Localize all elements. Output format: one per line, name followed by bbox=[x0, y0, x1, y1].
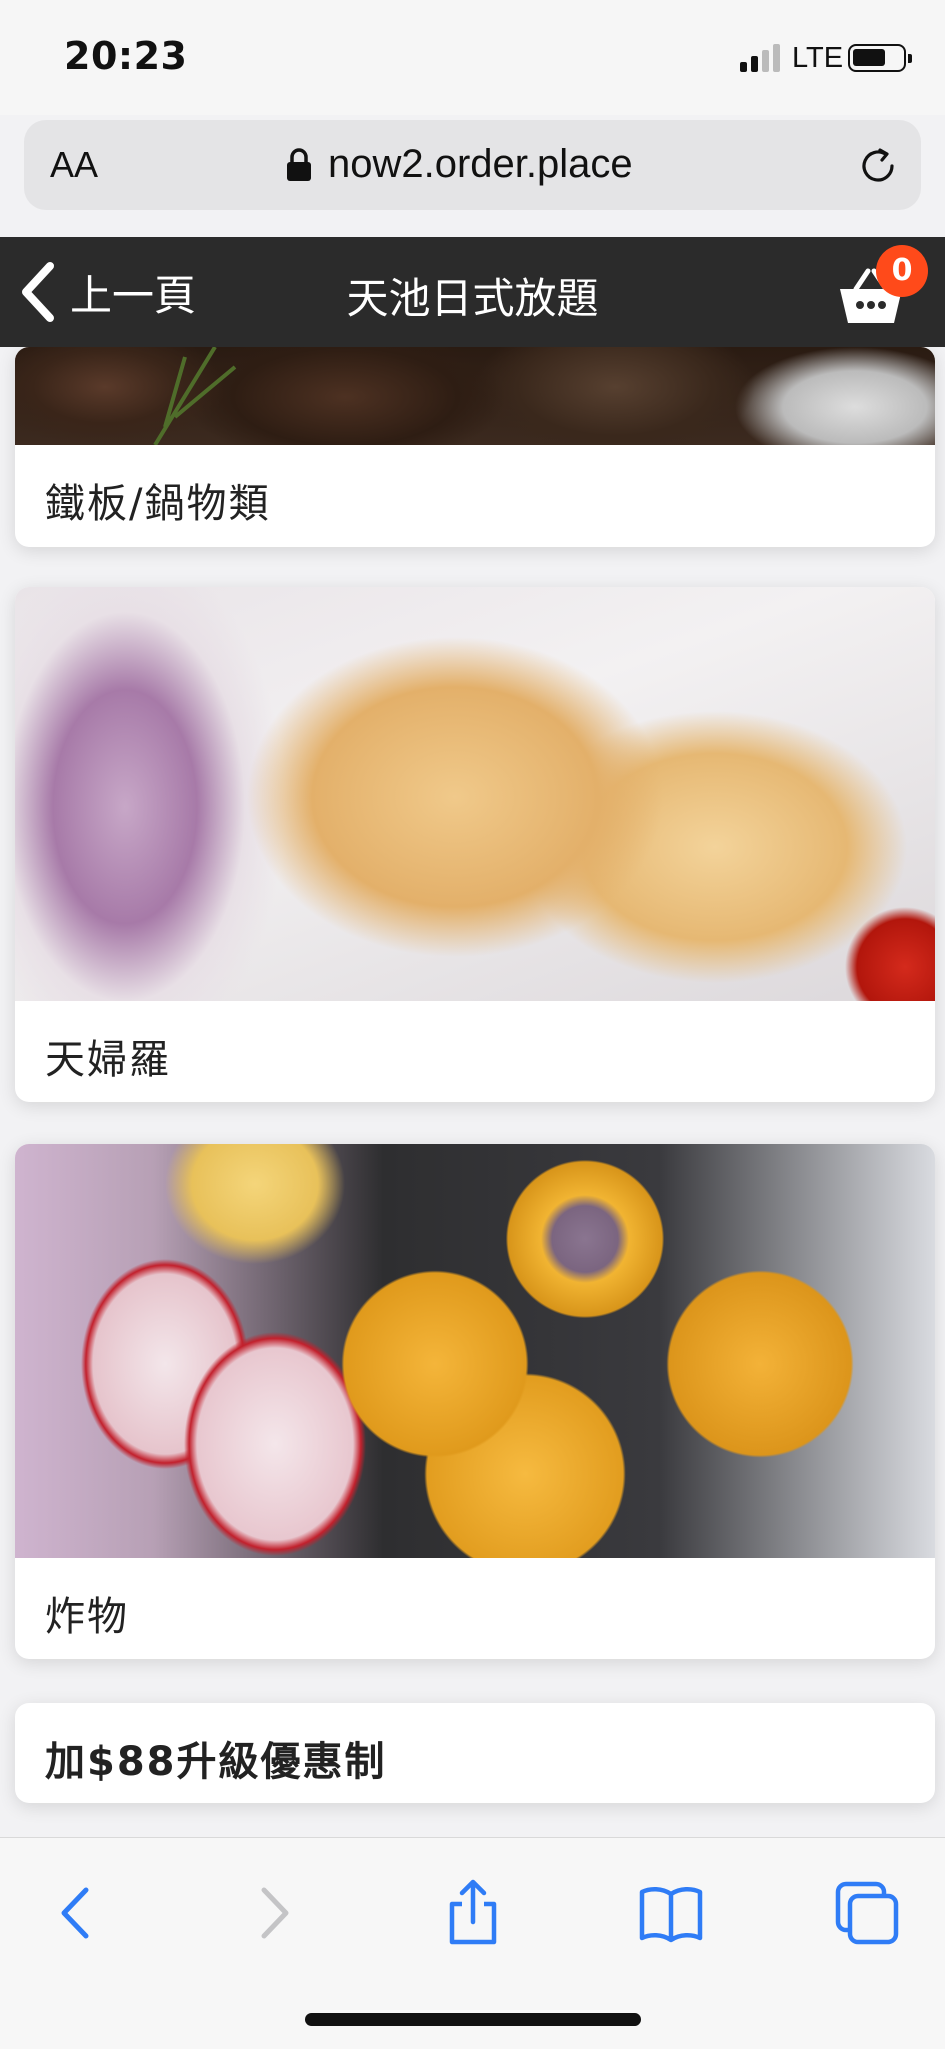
category-label: 天婦羅 bbox=[45, 1037, 171, 1083]
category-label: 鐵板/鍋物類 bbox=[45, 481, 271, 527]
page-title: 天池日式放題 bbox=[346, 274, 599, 323]
share-icon[interactable] bbox=[438, 1878, 508, 1948]
text-size-label: AA bbox=[50, 144, 99, 185]
network-label: LTE bbox=[792, 42, 844, 74]
tempura-image bbox=[15, 587, 935, 1001]
category-label: 炸物 bbox=[45, 1594, 129, 1640]
text-size-button[interactable]: AA bbox=[50, 144, 98, 186]
back-arrow-icon[interactable] bbox=[42, 1878, 112, 1948]
battery-icon bbox=[848, 44, 912, 72]
rosemary-garnish bbox=[153, 347, 237, 445]
category-card-teppan[interactable]: 鐵板/鍋物類 bbox=[15, 347, 935, 547]
forward-arrow-icon[interactable] bbox=[238, 1878, 308, 1948]
category-list: 鐵板/鍋物類 天婦羅 炸物 加$88升級優惠制 bbox=[0, 347, 945, 1837]
tabs-icon[interactable] bbox=[832, 1878, 902, 1948]
app-header: 上一頁 天池日式放題 bbox=[0, 237, 945, 347]
reload-icon[interactable] bbox=[856, 144, 900, 188]
category-card-tempura[interactable]: 天婦羅 bbox=[15, 587, 935, 1102]
status-bar: 20:23 LTE bbox=[0, 0, 945, 115]
cart-count-badge: 0 bbox=[876, 245, 928, 297]
status-time: 20:23 bbox=[64, 34, 188, 78]
category-label: 加$88升級優惠制 bbox=[45, 1739, 387, 1785]
home-indicator bbox=[305, 2013, 641, 2026]
url-text[interactable]: now2.order.place bbox=[328, 142, 633, 187]
lock-icon bbox=[287, 148, 311, 181]
signal-icon bbox=[740, 44, 784, 72]
fried-croquettes-image bbox=[15, 1144, 935, 1558]
bookmarks-icon[interactable] bbox=[636, 1878, 706, 1948]
address-bar[interactable]: AA now2.order.place bbox=[24, 120, 921, 210]
category-card-upgrade[interactable]: 加$88升級優惠制 bbox=[15, 1703, 935, 1803]
category-card-fried[interactable]: 炸物 bbox=[15, 1144, 935, 1659]
